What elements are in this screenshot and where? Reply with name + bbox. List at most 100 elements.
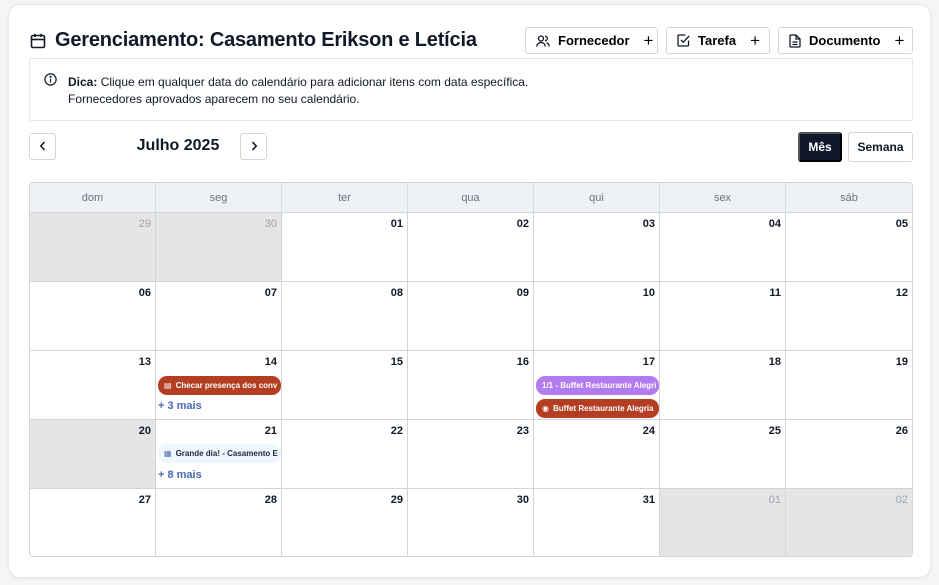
day-number: 15: [390, 356, 403, 368]
day-number: 18: [768, 356, 781, 368]
day-cell[interactable]: 30: [156, 213, 282, 282]
day-cell[interactable]: 24: [534, 420, 660, 489]
day-number: 31: [642, 494, 655, 506]
day-cell[interactable]: 27: [30, 489, 156, 556]
day-number: 20: [138, 425, 151, 437]
day-cell[interactable]: 12: [786, 282, 912, 351]
weekday-label: sáb: [840, 191, 858, 204]
day-number: 22: [390, 425, 403, 437]
day-number: 28: [264, 494, 277, 506]
day-cell[interactable]: 23: [408, 420, 534, 489]
day-cell[interactable]: 30: [408, 489, 534, 556]
day-number: 05: [895, 218, 908, 230]
tip-label: Dica:: [68, 75, 98, 89]
weekday-header: dom seg ter qua qui sex sáb: [30, 183, 912, 213]
users-icon: [536, 34, 550, 48]
day-number: 19: [895, 356, 908, 368]
day-cell[interactable]: 17 1/1 - Buffet Restaurante Alegri ◉ Buf…: [534, 351, 660, 420]
week-view-button[interactable]: Semana: [848, 132, 913, 162]
day-cell[interactable]: 29: [282, 489, 408, 556]
day-cell[interactable]: 29: [30, 213, 156, 282]
prev-month-button[interactable]: [29, 133, 56, 160]
day-number: 27: [138, 494, 151, 506]
add-supplier-label: Fornecedor: [558, 33, 630, 48]
day-cell[interactable]: 28: [156, 489, 282, 556]
day-cell[interactable]: 06: [30, 282, 156, 351]
title-group: Gerenciamento: Casamento Erikson e Letíc…: [29, 29, 477, 52]
calendar-event[interactable]: ◉ Buffet Restaurante Alegria: [536, 399, 659, 418]
day-number: 07: [264, 287, 277, 299]
calendar-event[interactable]: ▤ Checar presença dos conv: [158, 376, 281, 395]
event-label: Checar presença dos conv: [175, 381, 278, 390]
day-cell[interactable]: 14 ▤ Checar presença dos conv + 3 mais: [156, 351, 282, 420]
day-number: 29: [138, 218, 151, 230]
day-number: 02: [895, 494, 908, 506]
main-card: Gerenciamento: Casamento Erikson e Letíc…: [8, 4, 931, 578]
add-supplier-button[interactable]: Fornecedor +: [525, 27, 658, 54]
day-cell[interactable]: 19: [786, 351, 912, 420]
chevron-right-icon: [250, 139, 258, 154]
day-cell[interactable]: 09: [408, 282, 534, 351]
weekday-label: dom: [30, 183, 156, 212]
day-cell[interactable]: 18: [660, 351, 786, 420]
add-task-button[interactable]: Tarefa +: [666, 27, 770, 54]
event-label: 1/1 - Buffet Restaurante Alegri: [542, 381, 657, 390]
day-cell[interactable]: 02: [786, 489, 912, 556]
day-cell[interactable]: 08: [282, 282, 408, 351]
weekday-label: qui: [534, 183, 660, 212]
plus-icon: +: [643, 31, 654, 50]
plus-icon: +: [750, 31, 760, 50]
day-cell-today[interactable]: 20: [30, 420, 156, 489]
day-cell[interactable]: 01: [282, 213, 408, 282]
day-cell[interactable]: 22: [282, 420, 408, 489]
day-number: 06: [138, 287, 151, 299]
day-number: 14: [264, 356, 277, 368]
event-label: Buffet Restaurante Alegria: [552, 404, 654, 413]
add-document-button[interactable]: Documento +: [778, 27, 913, 54]
day-number: 10: [642, 287, 655, 299]
add-task-label: Tarefa: [698, 33, 737, 48]
weekday-label: sex: [660, 183, 786, 212]
document-icon: [789, 33, 801, 48]
day-cell[interactable]: 21 ▦ Grande dia! - Casamento E + 8 mais: [156, 420, 282, 489]
tip-text-1: Clique em qualquer data do calendário pa…: [100, 75, 529, 89]
day-number: 17: [642, 356, 655, 368]
days-grid: 29 30 01 02 03 04 05 06 07 08 09 10 11 1…: [30, 213, 912, 556]
day-cell[interactable]: 04: [660, 213, 786, 282]
day-cell[interactable]: 11: [660, 282, 786, 351]
calendar-event[interactable]: 1/1 - Buffet Restaurante Alegri: [536, 376, 659, 395]
day-cell[interactable]: 03: [534, 213, 660, 282]
day-cell[interactable]: 25: [660, 420, 786, 489]
more-events-link[interactable]: + 8 mais: [158, 469, 202, 481]
day-cell[interactable]: 31: [534, 489, 660, 556]
day-number: 01: [390, 218, 403, 230]
day-cell[interactable]: 01: [660, 489, 786, 556]
day-cell[interactable]: 26: [786, 420, 912, 489]
day-number: 09: [516, 287, 529, 299]
day-number: 11: [769, 287, 781, 299]
next-month-button[interactable]: [240, 133, 267, 160]
day-cell[interactable]: 05: [786, 213, 912, 282]
month-view-button[interactable]: Mês: [798, 132, 842, 162]
day-number: 26: [895, 425, 908, 437]
weekday-label: ter: [282, 183, 408, 212]
day-number: 30: [516, 494, 529, 506]
day-cell[interactable]: 07: [156, 282, 282, 351]
day-number: 03: [642, 218, 655, 230]
day-number: 25: [768, 425, 781, 437]
day-number: 08: [390, 287, 403, 299]
weekday-label: qua: [408, 183, 534, 212]
gift-icon: ◉: [542, 404, 549, 413]
day-number: 29: [390, 494, 403, 506]
day-number: 13: [138, 356, 151, 368]
calendar-event[interactable]: ▦ Grande dia! - Casamento E: [158, 444, 281, 463]
day-cell[interactable]: 15: [282, 351, 408, 420]
tip-line-1: Dica: Clique em qualquer data do calendá…: [68, 74, 912, 91]
day-cell[interactable]: 02: [408, 213, 534, 282]
weekday-label: seg: [156, 183, 282, 212]
day-cell[interactable]: 13: [30, 351, 156, 420]
day-cell[interactable]: 10: [534, 282, 660, 351]
more-events-link[interactable]: + 3 mais: [158, 400, 202, 412]
day-cell[interactable]: 16: [408, 351, 534, 420]
add-document-label: Documento: [809, 33, 881, 48]
